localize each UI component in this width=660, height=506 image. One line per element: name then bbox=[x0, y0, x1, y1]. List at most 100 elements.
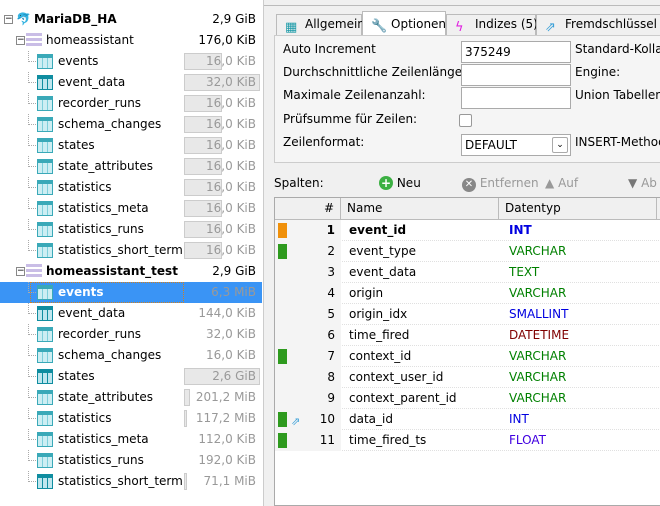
move-up-button[interactable]: ▲ Auf bbox=[545, 172, 578, 194]
table-label: statistics_meta bbox=[58, 432, 149, 446]
database-tree[interactable]: − 🐬 MariaDB_HA 2,9 GiB − homeassistant 176,0 K… bbox=[0, 0, 264, 506]
tree-connector bbox=[28, 93, 36, 104]
tab-optionen[interactable]: 🔧 Optionen bbox=[362, 11, 446, 36]
tree-table-item[interactable]: state_attributes 201,2 MiB bbox=[0, 387, 262, 408]
database-label: homeassistant bbox=[46, 33, 134, 47]
table-icon bbox=[37, 159, 53, 174]
remove-label: Entfernen bbox=[479, 176, 539, 190]
table-size: 6,3 MiB bbox=[211, 285, 256, 299]
new-column-button[interactable]: + Neu bbox=[379, 172, 421, 194]
table-size: 32,0 KiB bbox=[206, 75, 256, 89]
tree-table-item[interactable]: statistics_meta 16,0 KiB bbox=[0, 198, 262, 219]
avg-row-length-label: Durchschnittliche Zeilenlänge: bbox=[283, 65, 467, 79]
row-format-select[interactable]: DEFAULT ⌄ bbox=[461, 134, 571, 156]
table-label: statistics_short_term bbox=[58, 474, 183, 488]
header-name[interactable]: Name bbox=[341, 198, 499, 220]
column-datatype: INT bbox=[509, 223, 532, 237]
column-row[interactable]: 5 origin_idx SMALLINT bbox=[275, 304, 660, 325]
arrow-down-icon: ▼ bbox=[628, 176, 638, 190]
tree-table-item[interactable]: state_attributes 16,0 KiB bbox=[0, 156, 262, 177]
column-name: context_user_id bbox=[349, 370, 444, 384]
column-row[interactable]: 7 context_id VARCHAR bbox=[275, 346, 660, 367]
tree-table-item[interactable]: statistics_meta 112,0 KiB bbox=[0, 429, 262, 450]
columns-grid[interactable]: # Name Datentyp 1 event_id INT 2 event_type V… bbox=[274, 197, 660, 506]
header-number[interactable]: # bbox=[275, 198, 341, 220]
header-datatype[interactable]: Datentyp bbox=[499, 198, 657, 220]
index-key-icon bbox=[278, 412, 287, 427]
tree-table-item[interactable]: events 6,3 MiB bbox=[0, 282, 262, 303]
collapse-icon[interactable]: − bbox=[4, 15, 13, 24]
arrow-up-icon: ▲ bbox=[545, 176, 555, 190]
column-row[interactable]: 6 time_fired DATETIME bbox=[275, 325, 660, 346]
table-icon bbox=[37, 117, 53, 132]
table-size: 2,6 GiB bbox=[212, 369, 256, 383]
tree-server-node[interactable]: − 🐬 MariaDB_HA 2,9 GiB bbox=[0, 9, 262, 30]
table-size: 16,0 KiB bbox=[206, 117, 256, 131]
collapse-icon[interactable]: − bbox=[16, 36, 25, 45]
table-icon bbox=[37, 474, 53, 489]
max-rows-input[interactable] bbox=[461, 87, 571, 109]
tab-label: Indizes (5) bbox=[475, 17, 538, 31]
column-name: event_type bbox=[349, 244, 416, 258]
table-label: schema_changes bbox=[58, 348, 162, 362]
size-bar bbox=[184, 389, 190, 406]
column-datatype: FLOAT bbox=[509, 433, 547, 447]
insert-method-label: INSERT-Methode bbox=[575, 135, 660, 149]
tab-indizes[interactable]: ϟ Indizes (5) bbox=[446, 14, 538, 35]
checksum-checkbox[interactable] bbox=[459, 114, 472, 127]
column-row[interactable]: 3 event_data TEXT bbox=[275, 262, 660, 283]
table-label: state_attributes bbox=[58, 159, 153, 173]
column-row[interactable]: 1 event_id INT bbox=[275, 220, 660, 241]
tree-table-item[interactable]: schema_changes 16,0 KiB bbox=[0, 345, 262, 366]
database-size: 2,9 GiB bbox=[212, 264, 256, 278]
max-rows-label: Maximale Zeilenanzahl: bbox=[283, 88, 426, 102]
mariadb-server-icon: 🐬 bbox=[16, 12, 31, 26]
tree-table-item[interactable]: statistics 16,0 KiB bbox=[0, 177, 262, 198]
tree-table-item[interactable]: statistics_runs 16,0 KiB bbox=[0, 219, 262, 240]
table-icon bbox=[37, 54, 53, 69]
tree-database-node[interactable]: − homeassistant_test 2,9 GiB bbox=[0, 261, 262, 282]
tree-connector bbox=[28, 240, 36, 251]
collapse-icon[interactable]: − bbox=[16, 267, 25, 276]
column-row[interactable]: 8 context_user_id VARCHAR bbox=[275, 367, 660, 388]
tree-table-item[interactable]: events 16,0 KiB bbox=[0, 51, 262, 72]
auto-increment-label: Auto Increment bbox=[283, 42, 376, 56]
tree-table-item[interactable]: recorder_runs 32,0 KiB bbox=[0, 324, 262, 345]
column-row[interactable]: 11 time_fired_ts FLOAT bbox=[275, 430, 660, 451]
tab-fremdschlüssel[interactable]: ⇗Fremdschlüssel (1 bbox=[536, 14, 660, 35]
table-label: recorder_runs bbox=[58, 327, 142, 341]
move-down-button[interactable]: ▼ Ab bbox=[628, 172, 657, 194]
tree-table-item[interactable]: statistics_short_term 71,1 MiB bbox=[0, 471, 262, 492]
column-row[interactable]: 10 ⇗ data_id INT bbox=[275, 409, 660, 430]
table-editor: ▦ Allgemein 🔧 Optionen ϟ Indizes (5) ⇗ Fremdsch… bbox=[270, 0, 660, 506]
up-label: Auf bbox=[558, 176, 579, 190]
table-icon bbox=[37, 348, 53, 363]
avg-row-length-input[interactable] bbox=[461, 64, 571, 86]
remove-column-button[interactable]: ✕ Entfernen bbox=[462, 172, 539, 194]
tree-table-item[interactable]: statistics_short_term 16,0 KiB bbox=[0, 240, 262, 261]
tree-table-item[interactable]: schema_changes 16,0 KiB bbox=[0, 114, 262, 135]
column-row[interactable]: 2 event_type VARCHAR bbox=[275, 241, 660, 262]
column-row[interactable]: 9 context_parent_id VARCHAR bbox=[275, 388, 660, 409]
tree-connector bbox=[28, 156, 36, 167]
table-icon bbox=[37, 306, 53, 321]
tab-allgemein[interactable]: ▦ Allgemein bbox=[276, 14, 365, 35]
table-icon bbox=[37, 201, 53, 216]
tree-table-item[interactable]: states 16,0 KiB bbox=[0, 135, 262, 156]
column-name: event_id bbox=[349, 223, 407, 237]
tree-table-item[interactable]: statistics_runs 192,0 KiB bbox=[0, 450, 262, 471]
tree-table-item[interactable]: statistics 117,2 MiB bbox=[0, 408, 262, 429]
column-name: time_fired_ts bbox=[349, 433, 427, 447]
chevron-down-icon[interactable]: ⌄ bbox=[552, 137, 568, 153]
tree-table-item[interactable]: event_data 144,0 KiB bbox=[0, 303, 262, 324]
tree-table-item[interactable]: event_data 32,0 KiB bbox=[0, 72, 262, 93]
tree-database-node[interactable]: − homeassistant 176,0 KiB bbox=[0, 30, 262, 51]
auto-increment-input[interactable]: 375249 bbox=[461, 41, 571, 63]
database-size: 176,0 KiB bbox=[198, 33, 256, 47]
column-row[interactable]: 4 origin VARCHAR bbox=[275, 283, 660, 304]
table-label: state_attributes bbox=[58, 390, 153, 404]
tree-table-item[interactable]: states 2,6 GiB bbox=[0, 366, 262, 387]
tree-table-item[interactable]: recorder_runs 16,0 KiB bbox=[0, 93, 262, 114]
table-size: 16,0 KiB bbox=[206, 180, 256, 194]
table-label: recorder_runs bbox=[58, 96, 142, 110]
